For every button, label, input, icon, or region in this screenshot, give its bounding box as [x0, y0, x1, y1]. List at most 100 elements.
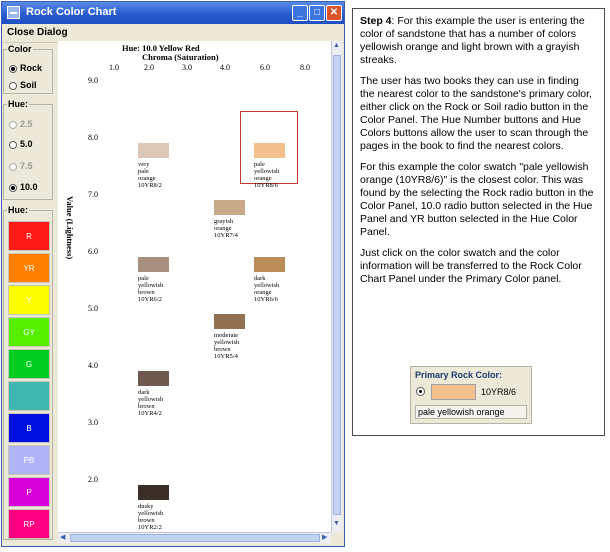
color-swatch[interactable] — [138, 371, 169, 386]
transfer-paragraph: Just click on the color swatch and the c… — [360, 247, 582, 285]
swatch-label-line: 10YR6/2 — [138, 296, 162, 303]
hue-button-pb[interactable]: PB — [8, 445, 50, 475]
chroma-tick: 6.0 — [260, 63, 270, 72]
value-tick: 9.0 — [88, 76, 98, 85]
horizontal-scrollbar[interactable]: ◀ ▶ — [58, 532, 331, 543]
title-bar[interactable]: Rock Color Chart _ □ ✕ — [2, 2, 344, 24]
rock-radio[interactable]: Rock — [9, 63, 42, 73]
swatch-label: pale yellowish orange 10YR8/6 — [254, 161, 304, 189]
swatch-label-line: yellowish — [254, 168, 280, 175]
hue-radio-5-0[interactable]: 5.0 — [9, 139, 33, 149]
color-swatch[interactable] — [254, 143, 285, 158]
app-icon — [7, 6, 20, 19]
swatch-label: dusky yellowish brown 10YR2/2 — [138, 503, 188, 531]
swatch-label-line: brown — [138, 289, 155, 296]
swatch-label-line: brown — [138, 403, 155, 410]
scroll-down-icon[interactable]: ▼ — [333, 520, 340, 527]
hue-button-rp[interactable]: RP — [8, 509, 50, 539]
hue-radio-2-5-label: 2.5 — [20, 119, 33, 129]
hue-button-bg[interactable] — [8, 381, 50, 411]
swatch-label-line: yellowish — [138, 282, 164, 289]
books-paragraph: The user has two books they can use in f… — [360, 75, 592, 152]
hue-button-g[interactable]: G — [8, 349, 50, 379]
close-icon[interactable]: ✕ — [326, 5, 342, 21]
horizontal-scroll-thumb[interactable] — [70, 534, 320, 542]
hue-radio-5-0-label: 5.0 — [20, 139, 33, 149]
hue-button-yr[interactable]: YR — [8, 253, 50, 283]
color-swatch[interactable] — [138, 143, 169, 158]
value-tick: 7.0 — [88, 190, 98, 199]
hue-button-b[interactable]: B — [8, 413, 50, 443]
hue-button-r[interactable]: R — [8, 221, 50, 251]
hue-radio-5-0-dot[interactable] — [9, 140, 17, 149]
swatch-label: grayish orange 10YR7/4 — [214, 218, 264, 239]
value-tick: 6.0 — [88, 247, 98, 256]
swatch-label: pale yellowish brown 10YR6/2 — [138, 275, 188, 303]
color-swatch[interactable] — [214, 314, 245, 329]
swatch-label-line: 10YR6/6 — [254, 296, 278, 303]
hue-button-y[interactable]: Y — [8, 285, 50, 315]
swatch-label-line: pale — [254, 161, 265, 168]
color-panel: Color Rock Soil — [3, 44, 53, 94]
left-panel: Color Rock Soil Hue: 2.5 5.0 7.5 10.0 Hu… — [3, 41, 54, 541]
rock-radio-label: Rock — [20, 63, 43, 73]
swatch-label-line: dusky — [138, 503, 154, 510]
maximize-icon[interactable]: □ — [309, 5, 325, 21]
hue-radio-7-5: 7.5 — [9, 161, 33, 171]
swatch-label: moderate yellowish brown 10YR5/4 — [214, 332, 264, 360]
primary-color-radio[interactable] — [416, 387, 425, 396]
window-title: Rock Color Chart — [26, 6, 117, 18]
hue-color-panel: Hue: R YR Y GY G B PB P RP — [3, 205, 53, 540]
chroma-axis-title: Chroma (Saturation) — [142, 52, 219, 62]
hue-radio-2-5: 2.5 — [9, 119, 33, 129]
color-swatch[interactable] — [254, 257, 285, 272]
swatch-label: dark yellowish orange 10YR6/6 — [254, 275, 304, 303]
color-swatch[interactable] — [214, 200, 245, 215]
value-tick: 4.0 — [88, 361, 98, 370]
vertical-scroll-thumb[interactable] — [333, 55, 341, 515]
example-paragraph: For this example the color swatch "pale … — [360, 161, 594, 238]
swatch-label-line: brown — [214, 346, 231, 353]
swatch-label-line: pale — [138, 168, 149, 175]
swatch-label-line: yellowish — [214, 339, 240, 346]
scroll-up-icon[interactable]: ▲ — [333, 42, 340, 49]
value-tick: 2.0 — [88, 475, 98, 484]
hue-button-gy[interactable]: GY — [8, 317, 50, 347]
chart-page: Hue: 10.0 Yellow Red Chroma (Saturation)… — [58, 41, 341, 532]
hue-button-p[interactable]: P — [8, 477, 50, 507]
hue-radio-10-0-dot[interactable] — [9, 183, 17, 192]
swatch-label-line: dark — [138, 389, 150, 396]
hue-radio-10-0[interactable]: 10.0 — [9, 182, 38, 192]
step-label: Step 4 — [360, 15, 392, 27]
scroll-left-icon[interactable]: ◀ — [60, 533, 65, 541]
swatch-label-line: orange — [138, 175, 156, 182]
swatch-label-line: brown — [138, 517, 155, 524]
minimize-icon[interactable]: _ — [292, 5, 308, 21]
vertical-scrollbar[interactable]: ▲ ▼ — [331, 41, 342, 532]
chroma-tick: 2.0 — [144, 63, 154, 72]
hue-radio-7-5-label: 7.5 — [20, 161, 33, 171]
rock-radio-dot[interactable] — [9, 64, 17, 73]
color-swatch[interactable] — [138, 257, 169, 272]
hue-panel-title: Hue: — [7, 99, 29, 109]
swatch-label-line: yellowish — [138, 396, 164, 403]
value-tick: 5.0 — [88, 304, 98, 313]
hue-number-panel: Hue: 2.5 5.0 7.5 10.0 — [3, 99, 53, 200]
swatch-label-line: yellowish — [254, 282, 280, 289]
close-dialog-menu[interactable]: Close Dialog — [7, 27, 68, 38]
hue-radio-10-0-label: 10.0 — [20, 182, 38, 192]
scroll-right-icon[interactable]: ▶ — [322, 533, 327, 541]
color-swatch[interactable] — [138, 485, 169, 500]
swatch-label-line: 10YR5/4 — [214, 353, 238, 360]
swatch-label-line: 10YR2/2 — [138, 524, 162, 531]
soil-radio-dot[interactable] — [9, 81, 17, 90]
swatch-label-line: orange — [254, 289, 272, 296]
soil-radio[interactable]: Soil — [9, 80, 37, 90]
swatch-label-line: yellowish — [138, 510, 164, 517]
swatch-label-line: 10YR8/2 — [138, 182, 162, 189]
chroma-tick: 3.0 — [182, 63, 192, 72]
swatch-label-line: orange — [254, 175, 272, 182]
swatch-label-line: 10YR4/2 — [138, 410, 162, 417]
value-tick: 3.0 — [88, 418, 98, 427]
swatch-label-line: pale — [138, 275, 149, 282]
